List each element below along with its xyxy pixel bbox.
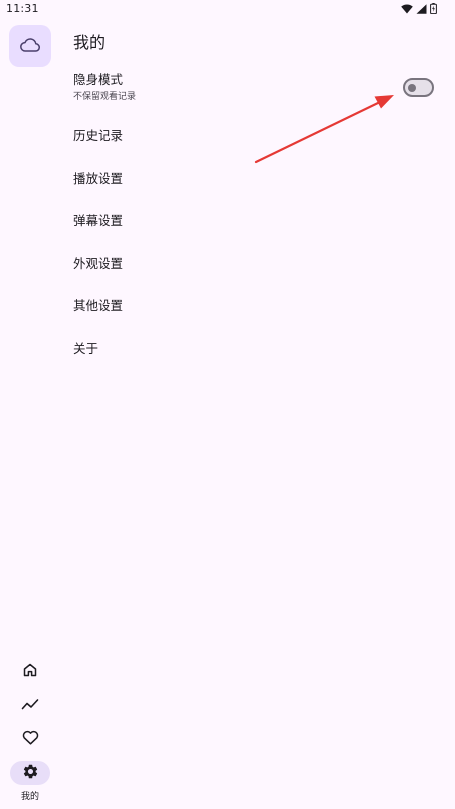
status-icons (401, 3, 437, 14)
cloud-icon (20, 37, 40, 56)
other-settings-label: 其他设置 (73, 298, 124, 313)
list-item-about[interactable]: 关于 (73, 341, 443, 357)
battery-icon (430, 3, 437, 14)
settings-icon (22, 763, 39, 784)
signal-icon (416, 3, 427, 14)
status-time: 11:31 (6, 2, 39, 15)
incognito-mode-switch[interactable] (403, 78, 434, 97)
playback-settings-label: 播放设置 (73, 171, 124, 186)
home-icon (22, 662, 38, 682)
switch-thumb (408, 83, 416, 92)
list-item-other-settings[interactable]: 其他设置 (73, 298, 443, 314)
status-bar: 11:31 (0, 0, 455, 18)
incognito-mode-row[interactable]: 隐身模式 不保留观看记录 (73, 72, 443, 102)
wifi-icon (401, 3, 413, 14)
list-item-appearance-settings[interactable]: 外观设置 (73, 256, 443, 272)
appearance-settings-label: 外观设置 (73, 256, 124, 271)
incognito-mode-label: 隐身模式 (73, 72, 124, 87)
list-item-playback-settings[interactable]: 播放设置 (73, 171, 443, 187)
history-label: 历史记录 (73, 128, 124, 143)
list-item-danmaku-settings[interactable]: 弹幕设置 (73, 213, 443, 229)
danmaku-settings-label: 弹幕设置 (73, 213, 124, 228)
trending-icon (21, 696, 39, 715)
cloud-button[interactable] (9, 25, 51, 67)
heart-icon (22, 730, 39, 749)
incognito-mode-description: 不保留观看记录 (73, 92, 137, 102)
rail-label-mine: 我的 (20, 792, 39, 802)
rail-item-favorites[interactable] (10, 727, 50, 751)
page-title: 我的 (73, 33, 106, 52)
about-label: 关于 (73, 341, 99, 356)
annotation-arrow (254, 95, 394, 164)
list-item-history[interactable]: 历史记录 (73, 128, 443, 144)
rail-item-trending[interactable] (10, 693, 50, 717)
rail-item-home[interactable] (10, 660, 50, 684)
rail-item-mine[interactable] (10, 761, 50, 785)
